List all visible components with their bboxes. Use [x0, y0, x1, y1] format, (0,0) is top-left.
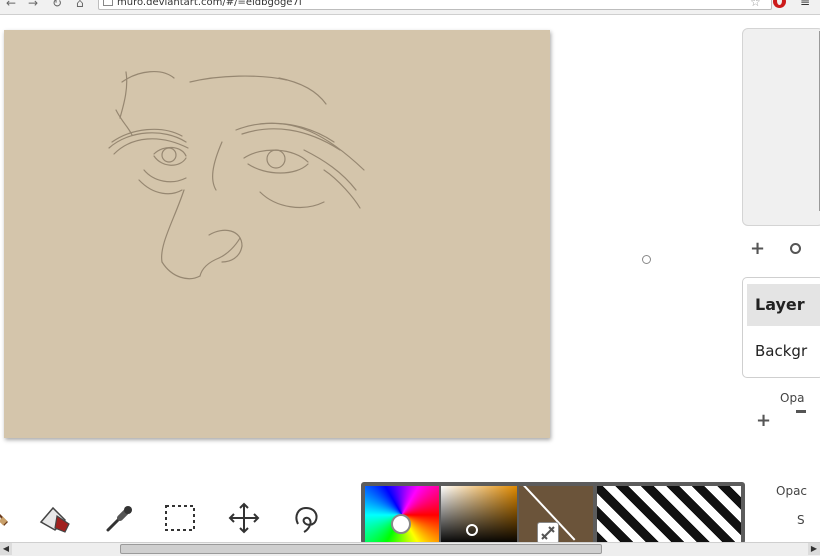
- transparent-color-swatch[interactable]: [597, 486, 741, 544]
- tone-handle[interactable]: [466, 524, 478, 536]
- navigator-preview[interactable]: [742, 28, 820, 226]
- sketch-drawing: [108, 71, 365, 280]
- address-bar[interactable]: muro.deviantart.com/#/=eldbgoge7i: [98, 0, 772, 10]
- lasso-icon: [295, 506, 318, 533]
- circle-icon[interactable]: [790, 243, 801, 254]
- eyedropper-tool-button[interactable]: [100, 500, 136, 536]
- lasso-tool-button[interactable]: [288, 500, 324, 536]
- eraser-tool-button[interactable]: [35, 500, 71, 536]
- layers-panel: Layer Backgr: [742, 277, 820, 378]
- reload-icon[interactable]: ↻: [52, 0, 62, 10]
- current-color-swatch[interactable]: [519, 486, 593, 544]
- layer-item[interactable]: Backgr: [755, 342, 807, 360]
- home-icon[interactable]: ⌂: [76, 0, 84, 10]
- brush-size-label: S: [797, 513, 805, 527]
- saturation-value-box[interactable]: [441, 486, 517, 544]
- move-tool-button[interactable]: [226, 500, 262, 536]
- eraser-icon: [39, 506, 70, 533]
- menu-icon[interactable]: ≡: [800, 0, 810, 9]
- address-text: muro.deviantart.com/#/=eldbgoge7i: [117, 0, 302, 8]
- select-tool-button[interactable]: [162, 500, 198, 536]
- opera-icon[interactable]: [773, 0, 786, 8]
- forward-icon[interactable]: →: [28, 0, 38, 10]
- hue-handle[interactable]: [391, 514, 411, 534]
- bookmark-star-icon[interactable]: ☆: [750, 0, 761, 9]
- opacity-label: Opa: [780, 391, 805, 405]
- brush-icon: [0, 514, 8, 526]
- add-icon[interactable]: +: [750, 240, 765, 258]
- marquee-select-icon: [165, 505, 195, 531]
- swap-colors-icon[interactable]: [537, 522, 559, 544]
- horizontal-scrollbar[interactable]: ◀ ▶: [0, 542, 820, 556]
- browser-toolbar: ← → ↻ ⌂ muro.deviantart.com/#/=eldbgoge7…: [0, 0, 820, 15]
- brush-opacity-label: Opac: [776, 484, 808, 498]
- remove-layer-icon[interactable]: [796, 410, 806, 413]
- color-picker: [361, 482, 745, 544]
- drawing-canvas[interactable]: [4, 30, 550, 438]
- eyedropper-icon: [106, 506, 132, 532]
- scroll-right-arrow-icon[interactable]: ▶: [808, 543, 820, 555]
- brush-cursor: [642, 255, 651, 264]
- add-layer-icon[interactable]: +: [756, 412, 771, 430]
- move-arrows-icon: [228, 502, 260, 534]
- scroll-thumb[interactable]: [120, 544, 602, 554]
- layers-header: Layer: [747, 284, 820, 326]
- back-icon[interactable]: ←: [6, 0, 16, 10]
- hue-wheel[interactable]: [365, 486, 439, 544]
- brush-tool-button[interactable]: [0, 500, 16, 536]
- scroll-left-arrow-icon[interactable]: ◀: [0, 543, 12, 555]
- page-icon: [103, 0, 113, 6]
